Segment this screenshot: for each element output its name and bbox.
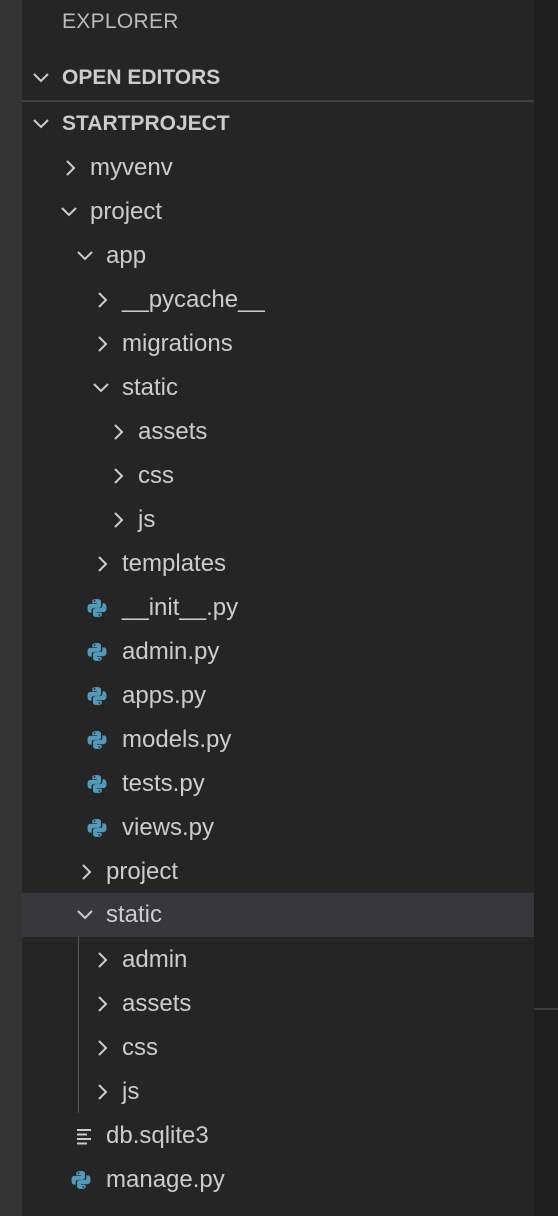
chevron-right-icon: [108, 465, 130, 487]
tree-folder-static-assets[interactable]: assets: [22, 982, 534, 1026]
tree-label: apps.py: [122, 682, 207, 709]
project-root-header[interactable]: STARTPROJECT: [22, 102, 534, 146]
tree-folder-app-static-assets[interactable]: assets: [22, 410, 534, 454]
python-icon: [86, 773, 108, 795]
chevron-right-icon: [92, 1037, 114, 1059]
editor-area: [534, 0, 558, 1216]
lines-icon: [74, 1125, 96, 1147]
tree-label: admin: [122, 946, 188, 973]
tree-label: db.sqlite3: [106, 1122, 209, 1149]
tree-file-manage-py[interactable]: manage.py: [22, 1158, 534, 1202]
tree-folder-myvenv[interactable]: myvenv: [22, 146, 534, 190]
tree-label: __init__.py: [122, 594, 239, 621]
chevron-down-icon: [74, 904, 96, 926]
tree-folder-pycache[interactable]: __pycache__: [22, 278, 534, 322]
chevron-right-icon: [108, 421, 130, 443]
tree-label: static: [122, 374, 179, 401]
tree-file-admin-py[interactable]: admin.py: [22, 630, 534, 674]
chevron-right-icon: [92, 553, 114, 575]
python-icon: [86, 641, 108, 663]
tree-label: static: [106, 901, 163, 928]
tree-label: admin.py: [122, 638, 220, 665]
tree-label: js: [138, 506, 156, 533]
chevron-right-icon: [92, 993, 114, 1015]
tree-label: migrations: [122, 330, 233, 357]
chevron-down-icon: [30, 113, 52, 135]
tree-file-views-py[interactable]: views.py: [22, 806, 534, 850]
tree-label: css: [138, 462, 174, 489]
tree-folder-app-static-css[interactable]: css: [22, 454, 534, 498]
python-icon: [86, 817, 108, 839]
python-icon: [86, 597, 108, 619]
tree-folder-static-js[interactable]: js: [22, 1070, 534, 1114]
editor-divider: [534, 1008, 558, 1010]
open-editors-header[interactable]: OPEN EDITORS: [22, 56, 534, 100]
tree-folder-static[interactable]: static: [22, 893, 534, 937]
explorer-title: EXPLORER: [62, 10, 179, 33]
tree-label: __pycache__: [122, 286, 265, 313]
chevron-right-icon: [92, 949, 114, 971]
chevron-right-icon: [92, 289, 114, 311]
tree-label: tests.py: [122, 770, 205, 797]
chevron-right-icon: [108, 509, 130, 531]
tree-file-init-py[interactable]: __init__.py: [22, 586, 534, 630]
tree-file-models-py[interactable]: models.py: [22, 718, 534, 762]
tree-folder-templates[interactable]: templates: [22, 542, 534, 586]
tree-label: manage.py: [106, 1166, 225, 1193]
open-editors-label: OPEN EDITORS: [62, 66, 221, 89]
tree-file-tests-py[interactable]: tests.py: [22, 762, 534, 806]
tree-folder-app-static[interactable]: static: [22, 366, 534, 410]
tree-label: views.py: [122, 814, 215, 841]
tree-folder-app[interactable]: app: [22, 234, 534, 278]
python-icon: [70, 1169, 92, 1191]
tree-folder-migrations[interactable]: migrations: [22, 322, 534, 366]
tree-label: myvenv: [90, 154, 173, 181]
chevron-down-icon: [90, 377, 112, 399]
chevron-right-icon: [92, 1081, 114, 1103]
tree-label: app: [106, 242, 147, 269]
chevron-right-icon: [76, 861, 98, 883]
chevron-down-icon: [58, 201, 80, 223]
tree-label: assets: [122, 990, 192, 1017]
tree-folder-static-admin[interactable]: admin: [22, 938, 534, 982]
chevron-right-icon: [60, 157, 82, 179]
chevron-down-icon: [74, 245, 96, 267]
python-icon: [86, 729, 108, 751]
tree-folder-inner-project[interactable]: project: [22, 850, 534, 894]
tree-label: project: [90, 198, 163, 225]
tree-label: assets: [138, 418, 208, 445]
tree-folder-app-static-js[interactable]: js: [22, 498, 534, 542]
tree-label: css: [122, 1034, 158, 1061]
python-icon: [86, 685, 108, 707]
tree-folder-static-css[interactable]: css: [22, 1026, 534, 1070]
tree-label: templates: [122, 550, 227, 577]
tree-label: models.py: [122, 726, 232, 753]
chevron-down-icon: [30, 67, 52, 89]
tree-label: project: [106, 858, 179, 885]
explorer-panel: EXPLORER OPEN EDITORS STARTPROJECT myven…: [22, 0, 534, 1216]
tree-file-db-sqlite3[interactable]: db.sqlite3: [22, 1114, 534, 1158]
chevron-right-icon: [92, 333, 114, 355]
project-root-label: STARTPROJECT: [62, 112, 230, 135]
activity-bar: [0, 0, 22, 1216]
tree-folder-project[interactable]: project: [22, 190, 534, 234]
tree-label: js: [122, 1078, 140, 1105]
tree-file-apps-py[interactable]: apps.py: [22, 674, 534, 718]
